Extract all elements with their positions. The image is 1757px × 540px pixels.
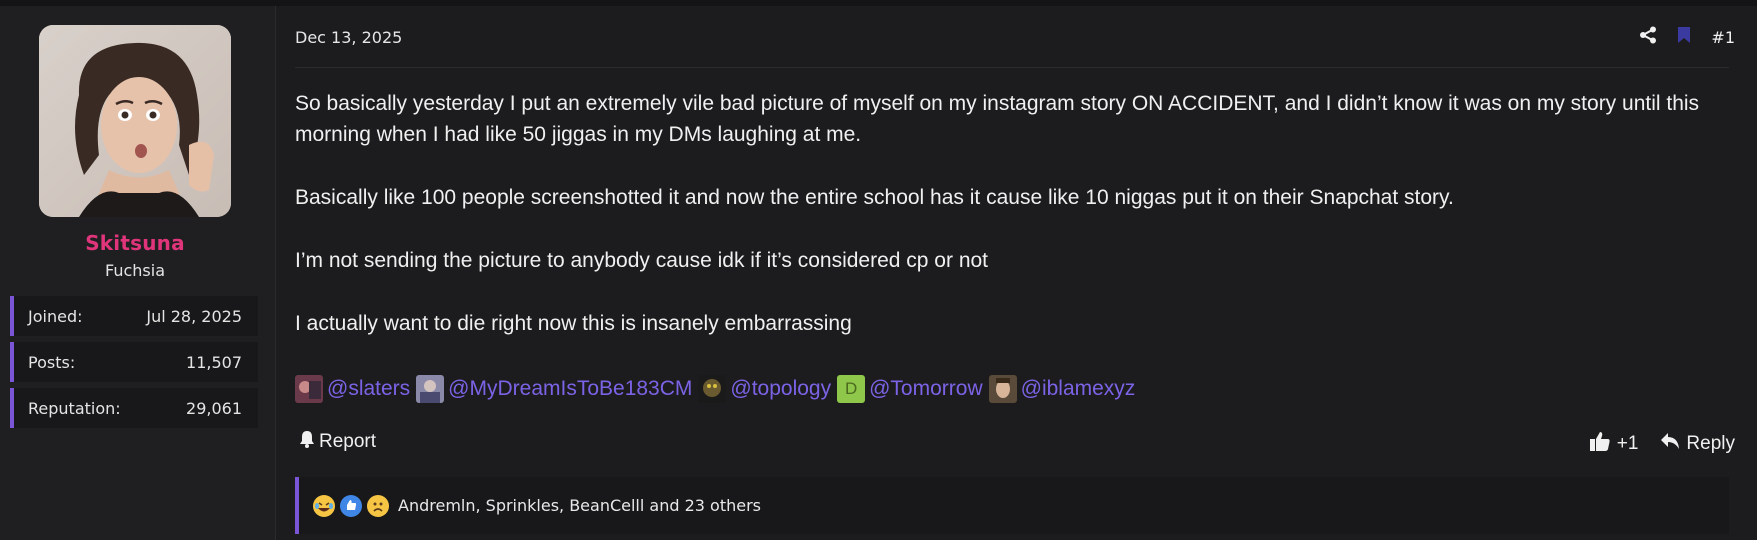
stat-value-reputation: 29,061 <box>186 398 242 418</box>
reactions-bar[interactable]: Andremln, Sprinkles, BeanCelll and 23 ot… <box>295 477 1729 534</box>
post-content-panel: Dec 13, 2025 #1 So basically yesterday I… <box>277 6 1757 540</box>
mention-username: @slaters <box>327 377 411 400</box>
thumbs-up-icon <box>340 494 362 517</box>
reply-icon <box>1660 432 1680 456</box>
post-paragraph: I actually want to die right now this is… <box>295 312 852 335</box>
mention-username: @iblamexyz <box>1020 377 1136 400</box>
post-paragraph: So basically yesterday I put an extremel… <box>295 92 1700 146</box>
mention-link[interactable]: @MyDreamIsToBe183CM <box>416 375 692 403</box>
stat-label-posts: Posts: <box>28 352 76 372</box>
mention-link[interactable]: @iblamexyz <box>988 375 1136 403</box>
mention-link[interactable]: @topology <box>698 375 831 403</box>
reply-button[interactable]: Reply <box>1660 432 1735 456</box>
stat-label-reputation: Reputation: <box>28 398 121 418</box>
author-user-title: Fuchsia <box>105 261 165 280</box>
mention-avatar <box>698 375 727 403</box>
mention-username: @MyDreamIsToBe183CM <box>448 377 693 400</box>
stat-value-posts: 11,507 <box>186 352 242 372</box>
post-author-panel: Skitsuna Fuchsia Joined: Jul 28, 2025 Po… <box>0 6 276 540</box>
stat-row-posts: Posts: 11,507 <box>10 342 258 382</box>
bookmark-icon[interactable] <box>1677 26 1691 48</box>
stat-row-joined: Joined: Jul 28, 2025 <box>10 296 258 336</box>
post-date[interactable]: Dec 13, 2025 <box>295 28 402 47</box>
mention-username: @topology <box>730 377 832 400</box>
mention-link[interactable]: D @Tomorrow <box>837 375 983 403</box>
report-label: Report <box>319 431 377 452</box>
stat-value-joined: Jul 28, 2025 <box>146 306 242 326</box>
mention-avatar <box>416 375 445 403</box>
header-divider <box>295 67 1729 68</box>
sad-face-icon <box>367 494 389 517</box>
post-footer-actions: +1 Reply <box>1589 430 1735 458</box>
mention-avatar <box>295 375 323 403</box>
reply-label: Reply <box>1686 433 1735 454</box>
mention-avatar-letter: D <box>837 375 866 403</box>
post-paragraph: I’m not sending the picture to anybody c… <box>295 249 989 272</box>
report-button[interactable]: Report <box>299 430 376 454</box>
avatar-image <box>39 25 231 217</box>
laughing-crying-icon <box>313 494 335 517</box>
bell-icon <box>299 430 315 454</box>
post-number-link[interactable]: #1 <box>1711 28 1735 47</box>
stat-row-reputation: Reputation: 29,061 <box>10 388 258 428</box>
like-count: +1 <box>1616 433 1639 454</box>
share-icon[interactable] <box>1639 26 1657 48</box>
post-paragraph: Basically like 100 people screenshotted … <box>295 186 1454 209</box>
mention-avatar <box>988 375 1017 403</box>
forum-thread-page: Skitsuna Fuchsia Joined: Jul 28, 2025 Po… <box>0 0 1757 540</box>
stat-label-joined: Joined: <box>28 306 83 326</box>
avatar[interactable] <box>39 25 231 217</box>
author-username[interactable]: Skitsuna <box>0 231 270 255</box>
post-body: So basically yesterday I put an extremel… <box>295 88 1735 371</box>
like-button[interactable]: +1 <box>1589 430 1639 458</box>
reactions-summary[interactable]: Andremln, Sprinkles, BeanCelll and 23 ot… <box>398 496 761 515</box>
post-header-actions: #1 <box>1639 26 1735 48</box>
mention-username: @Tomorrow <box>869 377 983 400</box>
mentions-row: @slaters @MyDreamIsToBe183CM @topology D… <box>295 375 1141 403</box>
mention-link[interactable]: @slaters <box>295 375 410 403</box>
thumbs-up-icon <box>1589 430 1611 458</box>
